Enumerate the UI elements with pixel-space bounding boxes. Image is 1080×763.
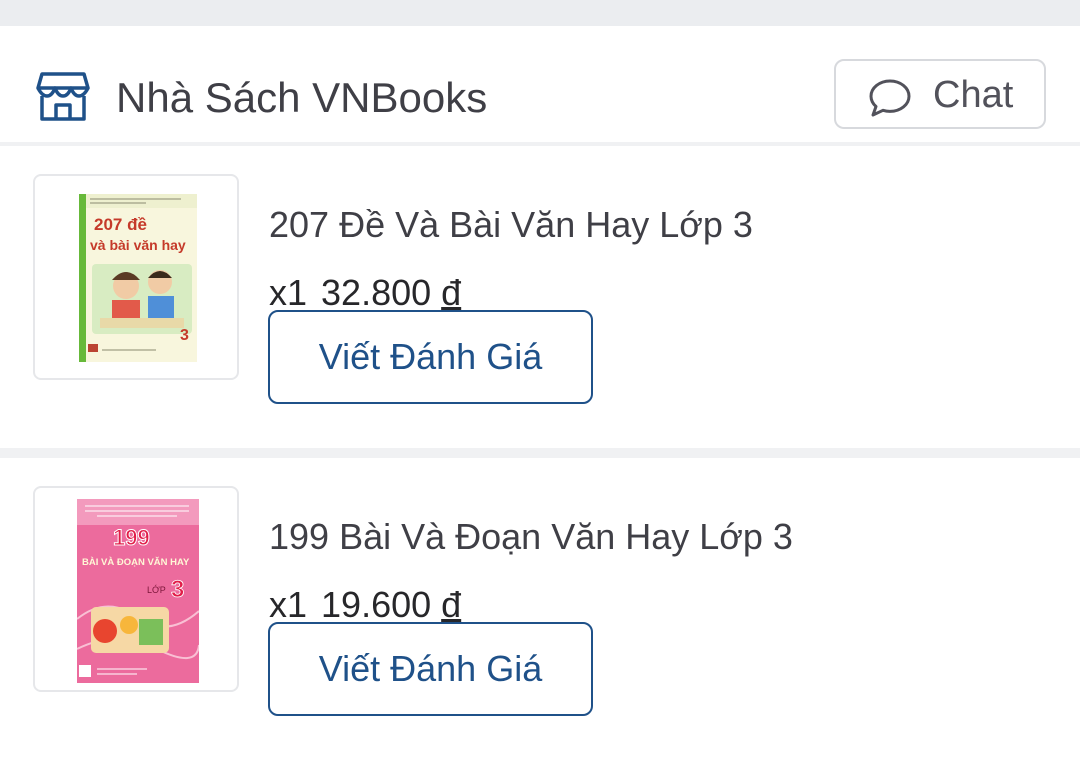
cover-subtitle-text: BÀI VÀ ĐOẠN VĂN HAY: [82, 557, 190, 568]
chat-button[interactable]: Chat: [834, 59, 1046, 129]
quantity-price-row: x1 19.600 đ: [269, 584, 461, 626]
book-cover-image: 207 đề và bài văn hay 3: [79, 194, 197, 362]
write-review-button-label: Viết Đánh Giá: [318, 648, 543, 689]
book-cover-image: 199 BÀI VÀ ĐOẠN VĂN HAY LỚP 3: [77, 499, 199, 683]
quantity: x1: [269, 272, 308, 313]
cover-number-text: 207 đề: [94, 215, 147, 234]
write-review-button[interactable]: Viết Đánh Giá: [268, 310, 593, 404]
quantity: x1: [269, 584, 308, 625]
chat-bubble-icon: [869, 79, 911, 117]
product-title[interactable]: 207 Đề Và Bài Văn Hay Lớp 3: [269, 204, 753, 246]
cover-grade-text: 3: [180, 327, 189, 344]
product-title[interactable]: 199 Bài Và Đoạn Văn Hay Lớp 3: [269, 516, 793, 558]
order-item: 199 BÀI VÀ ĐOẠN VĂN HAY LỚP 3 199 Bài Và…: [0, 458, 1080, 748]
product-thumbnail[interactable]: 199 BÀI VÀ ĐOẠN VĂN HAY LỚP 3: [33, 486, 239, 692]
cover-grade-prefix: LỚP: [147, 585, 166, 595]
shop-order-card: Nhà Sách VNBooks Chat 207 đề và bài văn …: [0, 26, 1080, 763]
quantity-price-row: x1 32.800 đ: [269, 272, 461, 314]
write-review-button-label: Viết Đánh Giá: [318, 336, 543, 377]
currency-symbol: đ: [441, 272, 462, 313]
shop-name[interactable]: Nhà Sách VNBooks: [116, 74, 487, 122]
book-cover-art: 207 đề và bài văn hay 3: [86, 194, 197, 362]
item-divider: [0, 448, 1080, 458]
price: 32.800: [321, 272, 432, 313]
book-cover-art: 199 BÀI VÀ ĐOẠN VĂN HAY LỚP 3: [77, 499, 199, 683]
cover-subtitle-text: và bài văn hay: [90, 237, 186, 253]
store-icon: [36, 72, 90, 121]
cover-number-text: 199: [113, 525, 150, 550]
write-review-button[interactable]: Viết Đánh Giá: [268, 622, 593, 716]
cover-grade-text: 3: [171, 576, 184, 603]
order-item: 207 đề và bài văn hay 3 207 Đề Và Bài Vă…: [0, 146, 1080, 436]
currency-symbol: đ: [441, 584, 462, 625]
chat-button-label: Chat: [933, 74, 1014, 116]
price: 19.600: [321, 584, 432, 625]
product-thumbnail[interactable]: 207 đề và bài văn hay 3: [33, 174, 239, 380]
shop-header[interactable]: Nhà Sách VNBooks Chat: [0, 26, 1080, 144]
